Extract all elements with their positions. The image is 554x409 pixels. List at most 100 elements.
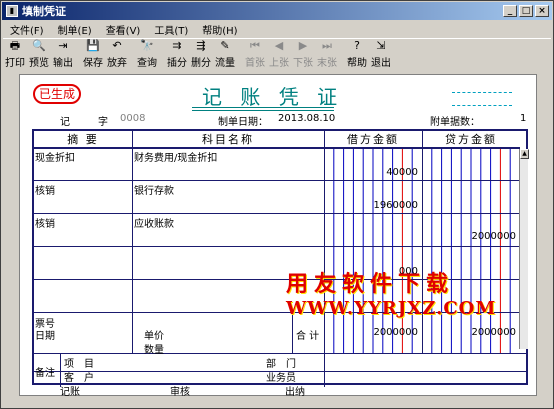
toolbar-label: 预览 (29, 58, 49, 69)
toolbar-button-3[interactable]: 💾 保存 (81, 39, 105, 69)
row3-account[interactable]: 应收账款 (134, 215, 174, 230)
toolbar-button-14[interactable]: ⇲ 退出 (369, 39, 393, 69)
close-button[interactable]: × (535, 5, 549, 17)
total-label: 合 计 (296, 331, 320, 342)
row-divider (34, 148, 520, 149)
toolbar-icon: ⇥ (58, 39, 68, 52)
memo-divider (60, 353, 61, 387)
column-divider (132, 131, 133, 353)
toolbar-label: 插分 (167, 58, 187, 69)
row-divider (34, 246, 520, 247)
toolbar-icon: ⏮ (250, 39, 260, 52)
voucher-date[interactable]: 2013.08.10 (278, 113, 335, 124)
attachment-label: 附单据数： (430, 117, 480, 128)
menu-bar: 文件(F) 制单(E) 查看(V) 工具(T) 帮助(H) (3, 21, 245, 37)
row2-summary[interactable]: 核销 (35, 182, 55, 197)
voucher-number[interactable]: 0008 (120, 113, 145, 124)
toolbar: 🖶 打印 🔍 预览 ⇥ 输出 💾 保存 ↶ 放弃 🔭 查询 ⇉ 插分 ⇶ 删分 ✎ 流量 ⏮ 首张 ◀ 上张 ▶ 下张 ⏭ 末张?… (3, 38, 551, 70)
memo-label: 备注 (35, 368, 55, 379)
row3-credit[interactable]: 2000000 (422, 231, 516, 242)
toolbar-icon: 🔍 (32, 39, 46, 52)
row2-debit[interactable]: 1960000 (324, 200, 418, 211)
toolbar-icon: ? (354, 39, 360, 52)
footer-reviewer: 审核 (170, 387, 190, 398)
toolbar-button-9: ⏮ 首张 (243, 39, 267, 69)
title-underline (192, 107, 334, 108)
toolbar-label: 首张 (245, 58, 265, 69)
department-label: 部 门 (266, 359, 296, 370)
toolbar-label: 退出 (371, 58, 391, 69)
row1-debit[interactable]: 40000 (324, 167, 418, 178)
project-label: 项 目 (64, 359, 94, 370)
quantity-label: 数量 (144, 345, 164, 356)
toolbar-button-4[interactable]: ↶ 放弃 (105, 39, 129, 69)
row-divider (34, 353, 526, 354)
toolbar-icon: ⇲ (376, 39, 386, 52)
app-icon: ▮ (6, 5, 18, 17)
menu-file[interactable]: 文件(F) (3, 21, 51, 37)
toolbar-label: 流量 (215, 58, 235, 69)
row1-summary[interactable]: 现金折扣 (35, 149, 75, 164)
menu-voucher[interactable]: 制单(E) (51, 21, 99, 37)
toolbar-button-5[interactable]: 🔭 查询 (135, 39, 159, 69)
toolbar-icon: ↶ (112, 39, 122, 52)
watermark-text: 用友软件下载 (286, 271, 455, 297)
scroll-up-arrow-icon[interactable]: ▲ (520, 149, 529, 159)
toolbar-icon: 🔭 (140, 39, 154, 52)
dashed-line (452, 92, 512, 93)
window-title: 填制凭证 (22, 5, 66, 18)
toolbar-button-1[interactable]: 🔍 预览 (27, 39, 51, 69)
footer-bookkeeper: 记账 (60, 387, 80, 398)
voucher-title: 记 账 凭 证 (202, 85, 344, 109)
title-underline-2 (192, 110, 334, 111)
watermark: 用友软件下载 WWW.YYRJXZ.COM (286, 266, 526, 326)
toolbar-icon: ⇉ (172, 39, 182, 52)
toolbar-icon: ▶ (298, 39, 308, 52)
amount-grid-lines (333, 148, 511, 353)
toolbar-button-13[interactable]: ? 帮助 (345, 39, 369, 69)
voucher-document: 已生成 记 账 凭 证 记 字 0008 制单日期： 2013.08.10 附单… (19, 74, 537, 398)
toolbar-button-7[interactable]: ⇶ 删分 (189, 39, 213, 69)
menu-view[interactable]: 查看(V) (99, 21, 148, 37)
toolbar-label: 末张 (317, 58, 337, 69)
toolbar-icon: 💾 (86, 39, 100, 52)
toolbar-button-10: ◀ 上张 (267, 39, 291, 69)
toolbar-button-8[interactable]: ✎ 流量 (213, 39, 237, 69)
row-divider (34, 180, 520, 181)
toolbar-icon: 🖶 (9, 39, 21, 52)
date-label: 制单日期： (218, 117, 268, 128)
toolbar-label: 下张 (293, 58, 313, 69)
menu-help[interactable]: 帮助(H) (195, 21, 244, 37)
date-field-label: 日期 (35, 331, 55, 342)
toolbar-button-2[interactable]: ⇥ 输出 (51, 39, 75, 69)
toolbar-label: 查询 (137, 58, 157, 69)
toolbar-icon: ✎ (220, 39, 230, 52)
toolbar-label: 打印 (5, 58, 25, 69)
voucher-type-label: 记 (60, 117, 70, 128)
toolbar-button-0[interactable]: 🖶 打印 (3, 39, 27, 69)
toolbar-label: 删分 (191, 58, 211, 69)
salesman-label: 业务员 (266, 373, 296, 384)
row2-account[interactable]: 银行存款 (134, 182, 174, 197)
toolbar-label: 输出 (53, 58, 73, 69)
row3-summary[interactable]: 核销 (35, 215, 55, 230)
toolbar-label: 保存 (83, 58, 103, 69)
toolbar-label: 帮助 (347, 58, 367, 69)
maximize-button[interactable]: □ (519, 5, 533, 17)
status-stamp: 已生成 (33, 84, 81, 104)
toolbar-button-11: ▶ 下张 (291, 39, 315, 69)
footer-cashier: 出纳 (285, 387, 305, 398)
menu-tools[interactable]: 工具(T) (147, 21, 195, 37)
row-divider (34, 213, 520, 214)
total-debit: 2000000 (373, 327, 418, 338)
attachment-count[interactable]: 1 (520, 113, 526, 124)
row1-account[interactable]: 财务费用/现金折扣 (134, 149, 217, 164)
customer-label: 客 户 (64, 373, 94, 384)
toolbar-button-6[interactable]: ⇉ 插分 (165, 39, 189, 69)
watermark-url: WWW.YYRJXZ.COM (286, 298, 497, 319)
voucher-window: ▮ 填制凭证 _ □ × 文件(F) 制单(E) 查看(V) 工具(T) 帮助(… (0, 0, 554, 409)
minimize-button[interactable]: _ (503, 5, 517, 17)
voucher-number-label: 字 (98, 117, 108, 128)
total-credit: 2000000 (471, 327, 516, 338)
toolbar-icon: ⏭ (322, 39, 332, 52)
